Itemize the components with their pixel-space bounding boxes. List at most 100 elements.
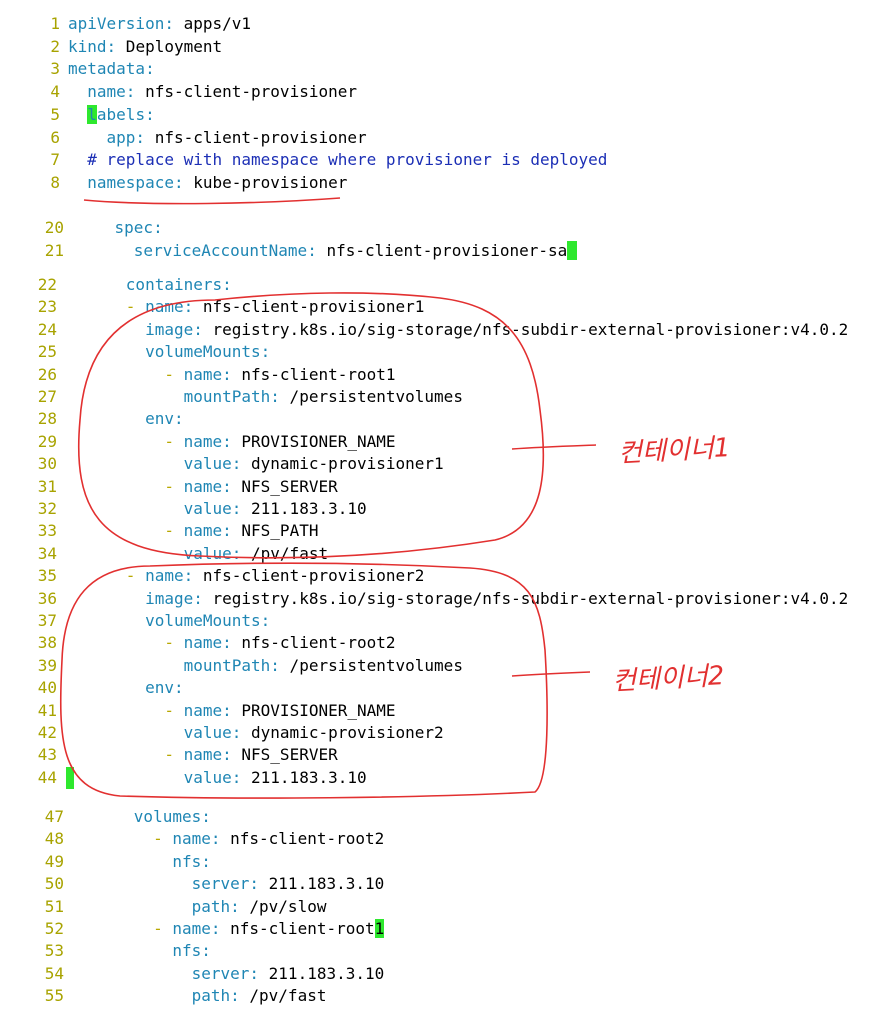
code-line[interactable]: 6 app: nfs-client-provisioner (0, 127, 883, 149)
code-line[interactable]: 48 - name: nfs-client-root2 (0, 828, 883, 850)
code-line[interactable]: 31 - name: NFS_SERVER (0, 476, 883, 498)
code-line[interactable]: 50 server: 211.183.3.10 (0, 873, 883, 895)
code-line[interactable]: 53 nfs: (0, 940, 883, 962)
code-line[interactable]: 41 - name: PROVISIONER_NAME (0, 700, 883, 722)
line-content: volumeMounts: (68, 341, 270, 363)
line-number: 35 (37, 566, 57, 586)
code-line[interactable]: 24 image: registry.k8s.io/sig-storage/nf… (0, 319, 883, 341)
line-number: 47 (44, 807, 64, 826)
code-line[interactable]: 21 serviceAccountName: nfs-client-provis… (0, 240, 883, 262)
code-line[interactable]: 39 mountPath: /persistentvolumes (0, 655, 883, 677)
code-line[interactable]: 37 volumeMounts: (0, 610, 883, 632)
code-line[interactable]: 20 spec: (0, 217, 883, 239)
line-number: 23 (37, 297, 57, 317)
code-line[interactable]: 51 path: /pv/slow (0, 896, 883, 918)
container1-annotation: 컨테이너1 (617, 433, 732, 469)
line-content: path: /pv/fast (76, 985, 327, 1007)
container2-annotation: 컨테이너2 (611, 661, 726, 697)
line-content: volumeMounts: (68, 610, 270, 632)
line-number: 6 (50, 127, 60, 147)
code-line[interactable]: 33 - name: NFS_PATH (0, 520, 883, 542)
text-cursor: 1 (374, 919, 385, 938)
code-line[interactable]: 25 volumeMounts: (0, 341, 883, 363)
yaml-value: 211.183.3.10 (259, 874, 385, 894)
code-line[interactable]: 23 - name: nfs-client-provisioner1 (0, 296, 883, 318)
line-content: image: registry.k8s.io/sig-storage/nfs-s… (68, 319, 848, 341)
line-number: 34 (37, 543, 57, 563)
line-content: labels: (68, 104, 155, 126)
code-line[interactable]: 54 server: 211.183.3.10 (0, 963, 883, 985)
line-number: 22 (37, 275, 57, 294)
yaml-key: metadata: (68, 59, 155, 79)
code-line[interactable]: 44 value: 211.183.3.10 (0, 766, 883, 789)
yaml-key: name: (172, 829, 221, 849)
yaml-value: /persistentvolumes (279, 655, 463, 675)
code-line[interactable]: 22 containers: (0, 274, 883, 296)
line-number: 21 (44, 240, 64, 260)
yaml-key: volumeMounts: (145, 342, 271, 362)
line-content: apiVersion: apps/v1 (68, 13, 251, 35)
line-number: 40 (37, 678, 57, 698)
code-line[interactable]: 1 apiVersion: apps/v1 (0, 13, 883, 35)
code-line[interactable]: 47 volumes: (0, 806, 883, 828)
list-dash: - (125, 566, 146, 586)
yaml-key: image: (145, 319, 203, 339)
line-content: nfs: (76, 851, 211, 873)
yaml-key: server: (191, 963, 260, 983)
code-line[interactable]: 30 value: dynamic-provisioner1 (0, 453, 883, 475)
yaml-key: name: (183, 633, 232, 653)
yaml-value: NFS_SERVER (231, 476, 338, 496)
yaml-key: name: (183, 700, 232, 720)
code-line[interactable]: 5 labels: (0, 104, 883, 126)
line-content: - name: nfs-client-root1 (68, 364, 395, 386)
line-content: server: 211.183.3.10 (76, 873, 385, 895)
yaml-value: PROVISIONER_NAME (231, 700, 396, 720)
code-line[interactable]: 8 namespace: kube-provisioner (0, 172, 883, 194)
line-number: 55 (44, 986, 64, 1006)
yaml-value: NFS_SERVER (231, 745, 338, 765)
code-line[interactable]: 40 env: (0, 677, 883, 699)
list-dash: - (164, 521, 184, 541)
line-number: 33 (37, 521, 57, 541)
line-content: containers: (68, 274, 232, 296)
code-line[interactable]: 55 path: /pv/fast (0, 985, 883, 1007)
yaml-key: value: (183, 767, 242, 787)
line-content: value: dynamic-provisioner2 (68, 722, 444, 744)
code-line[interactable]: 32 value: 211.183.3.10 (0, 498, 883, 520)
code-line[interactable]: 42 value: dynamic-provisioner2 (0, 722, 883, 744)
line-number: 42 (37, 723, 57, 742)
code-line[interactable]: 52 - name: nfs-client-root1 (0, 918, 883, 940)
yaml-key: env: (145, 678, 184, 698)
code-line[interactable]: 49 nfs: (0, 851, 883, 873)
code-line[interactable]: 4 name: nfs-client-provisioner (0, 81, 883, 103)
code-line[interactable]: 2 kind: Deployment (0, 36, 883, 58)
list-dash: - (153, 829, 173, 849)
code-line[interactable]: 27 mountPath: /persistentvolumes (0, 386, 883, 408)
line-number: 26 (37, 364, 57, 384)
line-content: namespace: kube-provisioner (68, 172, 347, 194)
code-line[interactable]: 43 - name: NFS_SERVER (0, 744, 883, 766)
yaml-value: nfs-client-root (220, 919, 375, 938)
line-content: image: registry.k8s.io/sig-storage/nfs-s… (68, 588, 848, 610)
list-dash: - (153, 919, 173, 938)
line-content: value: 211.183.3.10 (66, 766, 367, 789)
code-line[interactable]: 26 - name: nfs-client-root1 (0, 364, 883, 386)
code-line[interactable]: 3 metadata: (0, 58, 883, 80)
code-line[interactable]: 35 - name: nfs-client-provisioner2 (0, 565, 883, 587)
line-number: 50 (44, 874, 64, 894)
line-content: kind: Deployment (68, 36, 222, 58)
yaml-key: value: (183, 499, 242, 518)
code-line[interactable]: 29 - name: PROVISIONER_NAME (0, 431, 883, 453)
line-content: path: /pv/slow (76, 896, 327, 918)
yaml-key: serviceAccountName: (133, 240, 317, 260)
yaml-key: path: (191, 896, 240, 916)
list-dash: - (164, 633, 184, 653)
line-content: # replace with namespace where provision… (68, 149, 607, 171)
code-line[interactable]: 36 image: registry.k8s.io/sig-storage/nf… (0, 588, 883, 610)
code-line[interactable]: 28 env: (0, 408, 883, 430)
code-line[interactable]: 34 value: /pv/fast (0, 543, 883, 565)
line-content: - name: NFS_SERVER (68, 476, 338, 498)
code-line[interactable]: 7 # replace with namespace where provisi… (0, 149, 883, 171)
code-line[interactable]: 38 - name: nfs-client-root2 (0, 632, 883, 654)
yaml-key: name: (172, 919, 221, 938)
